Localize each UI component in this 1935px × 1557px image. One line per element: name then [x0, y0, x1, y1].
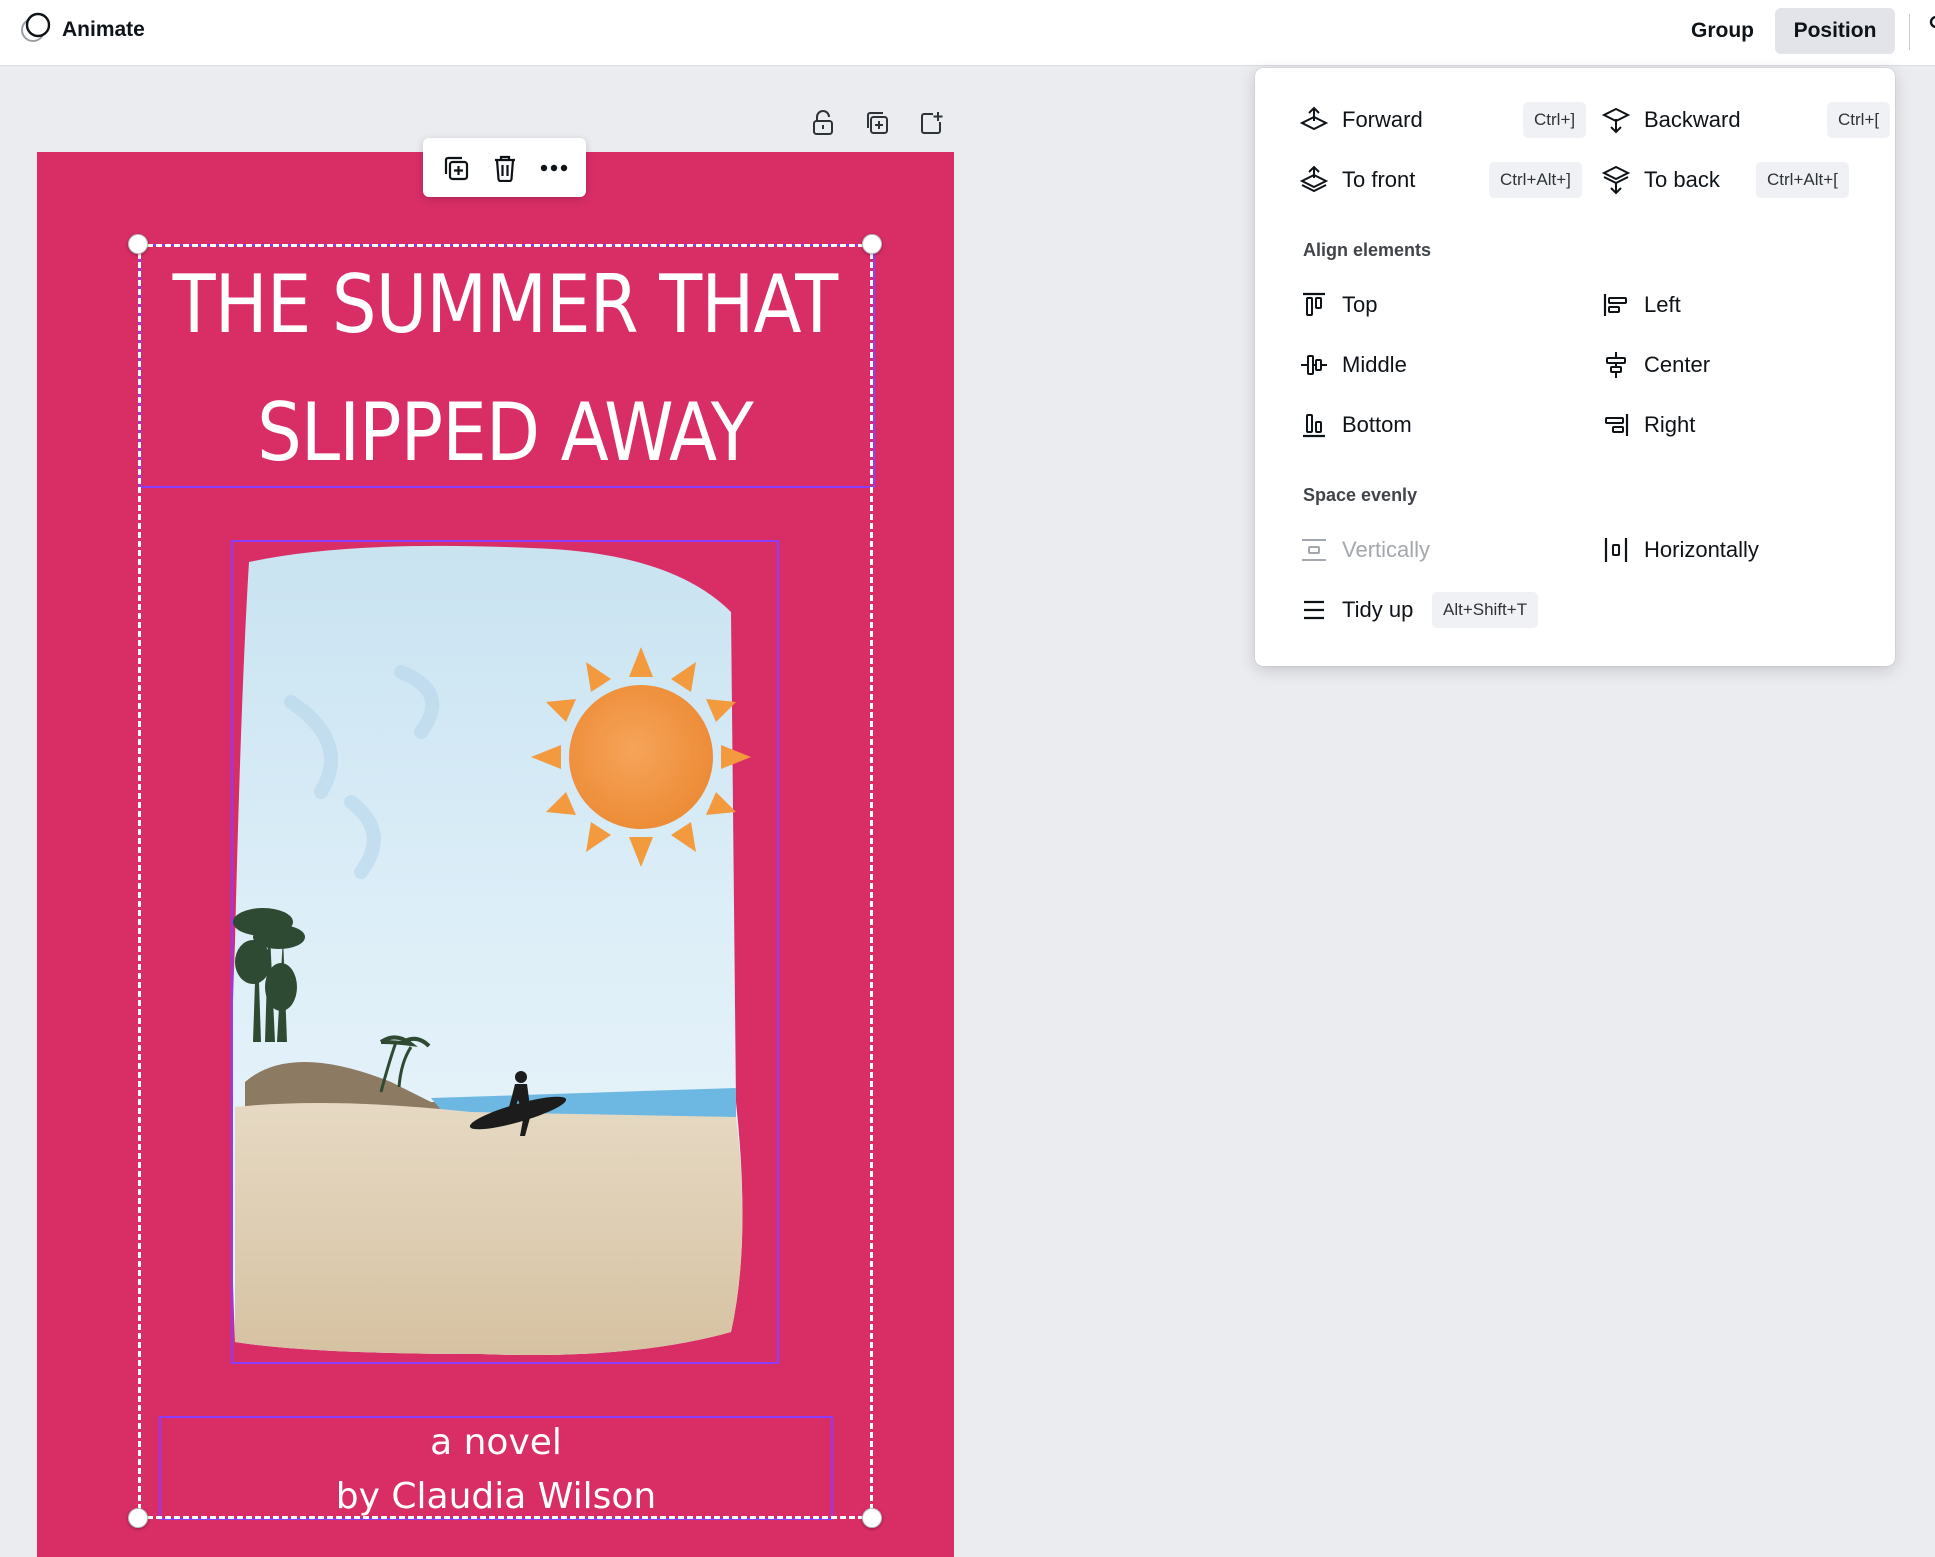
group-button[interactable]: Group [1670, 8, 1775, 54]
animate-icon [18, 11, 52, 50]
page-tools [808, 108, 946, 138]
align-top-icon [1299, 290, 1329, 320]
align-top-option[interactable]: Top [1299, 281, 1564, 329]
backward-label: Backward [1644, 107, 1741, 132]
toolbar-divider [1909, 14, 1910, 50]
forward-icon [1299, 105, 1329, 135]
duplicate-page-icon[interactable] [862, 108, 892, 138]
title-selection-box [139, 244, 875, 488]
align-middle-label: Middle [1342, 352, 1407, 377]
image-selection-box [231, 540, 779, 1364]
align-center-label: Center [1644, 352, 1711, 377]
resize-handle-top-left[interactable] [128, 234, 148, 254]
forward-shortcut: Ctrl+] [1523, 102, 1587, 138]
align-left-label: Left [1644, 292, 1681, 317]
backward-icon [1601, 105, 1631, 135]
align-center-option[interactable]: Center [1601, 341, 1866, 389]
align-bottom-label: Bottom [1342, 412, 1412, 437]
element-toolbar [423, 138, 586, 197]
space-horizontally-icon [1601, 535, 1631, 565]
resize-handle-bottom-left[interactable] [128, 1508, 148, 1528]
align-right-option[interactable]: Right [1601, 401, 1866, 449]
align-right-icon [1601, 410, 1631, 440]
resize-handle-bottom-right[interactable] [862, 1508, 882, 1528]
space-horizontally-label: Horizontally [1644, 537, 1759, 562]
align-bottom-icon [1299, 410, 1329, 440]
tidy-up-icon [1299, 595, 1329, 625]
trash-icon[interactable] [488, 151, 522, 185]
align-left-icon [1601, 290, 1631, 320]
forward-label: Forward [1342, 107, 1423, 132]
add-page-icon[interactable] [916, 108, 946, 138]
resize-handle-top-right[interactable] [862, 234, 882, 254]
animate-label: Animate [62, 18, 145, 41]
duplicate-icon[interactable] [439, 151, 473, 185]
align-center-icon [1601, 350, 1631, 380]
book-cover-page[interactable]: THE SUMMER THAT SLIPPED AWAY a novel by … [37, 152, 954, 1557]
forward-option[interactable]: Forward Ctrl+] [1299, 96, 1587, 144]
overflow-icon[interactable] [1926, 14, 1935, 44]
backward-shortcut: Ctrl+[ [1827, 102, 1891, 138]
tidy-up-label: Tidy up [1342, 597, 1414, 622]
align-middle-icon [1299, 350, 1329, 380]
align-middle-option[interactable]: Middle [1299, 341, 1564, 389]
animate-button[interactable]: Animate [18, 10, 145, 50]
byline-selection-box [159, 1416, 833, 1520]
align-right-label: Right [1644, 412, 1696, 437]
tidy-up-shortcut: Alt+Shift+T [1432, 592, 1539, 628]
align-elements-heading: Align elements [1303, 240, 1432, 260]
tidy-up-option[interactable]: Tidy up Alt+Shift+T [1299, 586, 1564, 634]
top-toolbar: Animate Group Position [0, 0, 1935, 66]
space-vertically-label: Vertically [1342, 537, 1431, 562]
to-back-shortcut: Ctrl+Alt+[ [1756, 162, 1849, 198]
to-back-icon [1601, 165, 1631, 195]
to-front-option[interactable]: To front Ctrl+Alt+] [1299, 156, 1582, 204]
align-left-option[interactable]: Left [1601, 281, 1866, 329]
align-bottom-option[interactable]: Bottom [1299, 401, 1564, 449]
to-back-option[interactable]: To back Ctrl+Alt+[ [1601, 156, 1866, 204]
space-vertically-option[interactable]: Vertically [1299, 526, 1564, 574]
position-panel: Forward Ctrl+] Backward Ctrl+[ To front … [1255, 68, 1895, 666]
to-front-label: To front [1342, 167, 1416, 192]
more-icon[interactable] [537, 151, 571, 185]
position-button[interactable]: Position [1775, 8, 1895, 54]
space-evenly-heading: Space evenly [1303, 485, 1418, 505]
space-vertically-icon [1299, 535, 1329, 565]
space-horizontally-option[interactable]: Horizontally [1601, 526, 1866, 574]
align-top-label: Top [1342, 292, 1378, 317]
backward-option[interactable]: Backward Ctrl+[ [1601, 96, 1891, 144]
to-front-shortcut: Ctrl+Alt+] [1489, 162, 1582, 198]
lock-icon[interactable] [808, 108, 838, 138]
to-back-label: To back [1644, 167, 1720, 192]
to-front-icon [1299, 165, 1329, 195]
